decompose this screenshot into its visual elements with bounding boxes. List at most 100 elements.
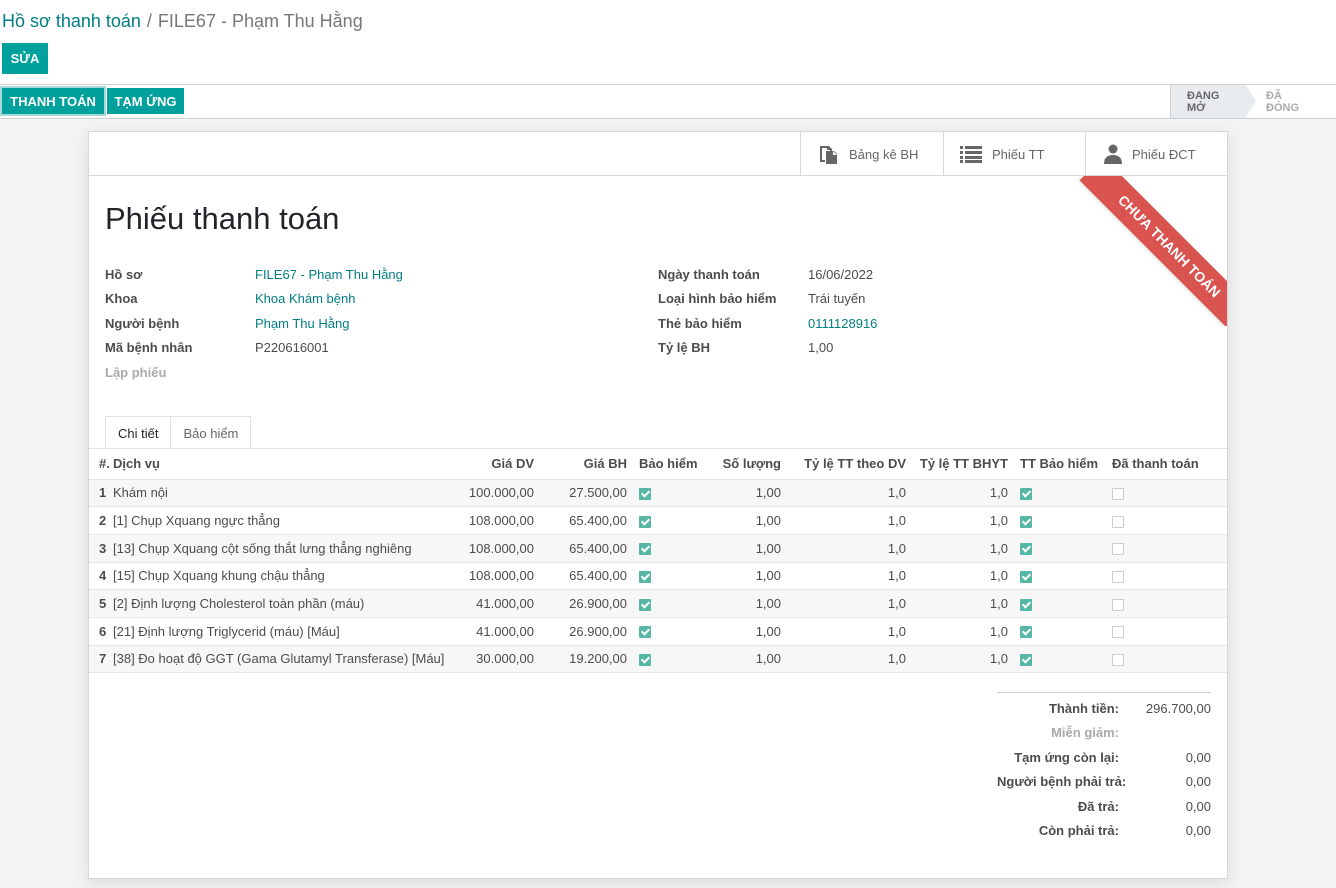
insurance-checkbox[interactable]: [639, 543, 651, 556]
paid-checkbox-cell: [1106, 645, 1227, 674]
insurance-checkbox[interactable]: [639, 598, 651, 611]
ribbon-label: Chưa thanh toán: [1079, 176, 1227, 326]
insurance-paid-checkbox[interactable]: [1020, 598, 1032, 611]
stage-closed[interactable]: Đã đóng: [1246, 85, 1336, 118]
patient-link[interactable]: Phạm Thu Hằng: [255, 316, 349, 331]
service-rate: 1,0: [787, 534, 912, 563]
insurance-list-button[interactable]: Bảng kê BH: [800, 132, 943, 176]
table-row[interactable]: 4 [15] Chụp Xquang khung chậu thẳng 108.00…: [89, 562, 1227, 591]
total-value: 0,00: [1185, 798, 1211, 814]
field-label: Khoa: [105, 291, 138, 307]
field-insurance-card: Thẻ bảo hiểm 0111128916: [658, 311, 877, 336]
quantity: 1,00: [705, 589, 787, 618]
column-header[interactable]: Số lượng: [705, 449, 787, 480]
insurance-paid-checkbox[interactable]: [1020, 487, 1032, 500]
table-row[interactable]: 3 [13] Chụp Xquang cột sống thắt lưng thẳ…: [89, 534, 1227, 563]
table-row[interactable]: 2 [1] Chụp Xquang ngực thẳng 108.000,00 65.…: [89, 506, 1227, 535]
insurance-card-link[interactable]: 0111128916: [808, 316, 877, 331]
paid-checkbox[interactable]: [1112, 654, 1124, 667]
insurance-checkbox[interactable]: [639, 654, 651, 667]
pay-button[interactable]: Thanh toán: [2, 88, 104, 114]
row-number: 7: [89, 645, 109, 674]
service-lines-table: #. Dịch vụ Giá DV Giá BH Bảo hiểm Số lượ…: [89, 449, 1227, 674]
file-link[interactable]: FILE67 - Phạm Thu Hằng: [255, 267, 403, 282]
field-patient-code: Mã bệnh nhân P220616001: [105, 336, 403, 361]
service-rate: 1,0: [787, 645, 912, 674]
column-header[interactable]: Giá DV: [444, 449, 540, 480]
column-header[interactable]: Giá BH: [540, 449, 633, 480]
paid-checkbox-cell: [1106, 534, 1227, 563]
service-price: 108.000,00: [444, 506, 540, 535]
total-value: 0,00: [1185, 823, 1211, 839]
quantity: 1,00: [705, 645, 787, 674]
field-label: Tỷ lệ BH: [658, 340, 711, 356]
insurance-checkbox-cell: [633, 506, 705, 535]
insurance-checkbox-cell: [633, 479, 705, 508]
insurance-paid-checkbox[interactable]: [1020, 570, 1032, 583]
total-label: Đã trả:: [1077, 798, 1119, 814]
diff-slip-button[interactable]: Phiếu ĐCT: [1085, 132, 1227, 176]
insurance-checkbox[interactable]: [639, 515, 651, 528]
status-bar: Thanh toán Tạm ứng Đang mở Đã đóng: [0, 85, 1336, 119]
field-label: Người bệnh: [105, 315, 180, 331]
payment-slip-button[interactable]: Phiếu TT: [943, 132, 1086, 176]
insurance-price: 26.900,00: [540, 589, 633, 618]
insurance-paid-checkbox[interactable]: [1020, 543, 1032, 556]
paid-checkbox-cell: [1106, 589, 1227, 618]
field-insurance-type: Loại hình bảo hiểm Trái tuyến: [658, 287, 877, 312]
total-row-patient-pays: Người bệnh phải trả: 0,00: [997, 770, 1211, 795]
service-price: 41.000,00: [444, 617, 540, 646]
paid-checkbox[interactable]: [1112, 515, 1124, 528]
column-header[interactable]: Bảo hiểm: [633, 449, 705, 480]
service-price: 41.000,00: [444, 589, 540, 618]
paid-checkbox[interactable]: [1112, 598, 1124, 611]
table-row[interactable]: 6 [21] Định lượng Triglycerid (máu) [Máu]…: [89, 617, 1227, 646]
column-header[interactable]: Đã thanh toán: [1106, 449, 1227, 480]
insurance-paid-checkbox[interactable]: [1020, 654, 1032, 667]
field-department: Khoa Khoa Khám bệnh: [105, 287, 403, 312]
column-header[interactable]: Dịch vụ: [109, 449, 444, 480]
advance-button[interactable]: Tạm ứng: [107, 88, 184, 114]
field-patient: Người bệnh Phạm Thu Hằng: [105, 311, 403, 336]
column-header[interactable]: Tỷ lệ TT theo DV: [787, 449, 912, 480]
service-price: 30.000,00: [444, 645, 540, 674]
paid-checkbox[interactable]: [1112, 543, 1124, 556]
column-header[interactable]: Tỷ lệ TT BHYT: [912, 449, 1014, 480]
field-label: Thẻ bảo hiểm: [658, 315, 742, 331]
paid-checkbox[interactable]: [1112, 570, 1124, 583]
insurance-checkbox-cell: [633, 589, 705, 618]
insurance-checkbox-cell: [633, 617, 705, 646]
bhyt-rate: 1,0: [912, 479, 1014, 508]
insurance-checkbox-cell: [633, 645, 705, 674]
edit-button[interactable]: Sửa: [2, 43, 48, 74]
total-label: Người bệnh phải trả:: [997, 774, 1127, 790]
insurance-checkbox[interactable]: [639, 626, 651, 639]
table-row[interactable]: 1 Khám nội 100.000,00 27.500,00 1,00 1,0 1,0: [89, 479, 1227, 508]
tab-insurance[interactable]: Bảo hiểm: [170, 416, 252, 449]
field-label: Hồ sơ: [105, 266, 143, 282]
insurance-rate-value: 1,00: [808, 340, 834, 356]
breadcrumb: Hồ sơ thanh toán / FILE67 - Phạm Thu Hằng: [2, 9, 363, 33]
column-header: #.: [89, 449, 110, 480]
insurance-price: 65.400,00: [540, 534, 633, 563]
insurance-paid-checkbox[interactable]: [1020, 515, 1032, 528]
left-field-group: Hồ sơ FILE67 - Phạm Thu Hằng Khoa Khoa K…: [105, 262, 403, 385]
table-row[interactable]: 5 [2] Định lượng Cholesterol toàn phần (m…: [89, 589, 1227, 618]
total-row-advance: Tạm ứng còn lại: 0,00: [997, 745, 1211, 770]
insurance-paid-checkbox-cell: [1014, 617, 1106, 646]
breadcrumb-parent-link[interactable]: Hồ sơ thanh toán: [2, 11, 141, 31]
table-row[interactable]: 7 [38] Đo hoạt độ GGT (Gama Glutamyl Tran…: [89, 645, 1227, 674]
insurance-list-label: Bảng kê BH: [849, 146, 919, 162]
insurance-paid-checkbox[interactable]: [1020, 626, 1032, 639]
paid-checkbox-cell: [1106, 617, 1227, 646]
paid-checkbox[interactable]: [1112, 487, 1124, 500]
insurance-checkbox[interactable]: [639, 570, 651, 583]
insurance-checkbox[interactable]: [639, 487, 651, 500]
payment-slip-label: Phiếu TT: [992, 146, 1045, 162]
department-link[interactable]: Khoa Khám bệnh: [255, 291, 355, 306]
tab-detail[interactable]: Chi tiết: [105, 416, 172, 449]
column-header[interactable]: TT Bảo hiểm: [1014, 449, 1106, 480]
stage-open[interactable]: Đang mở: [1170, 85, 1256, 118]
paid-checkbox[interactable]: [1112, 626, 1124, 639]
field-label: Loại hình bảo hiểm: [658, 291, 777, 307]
